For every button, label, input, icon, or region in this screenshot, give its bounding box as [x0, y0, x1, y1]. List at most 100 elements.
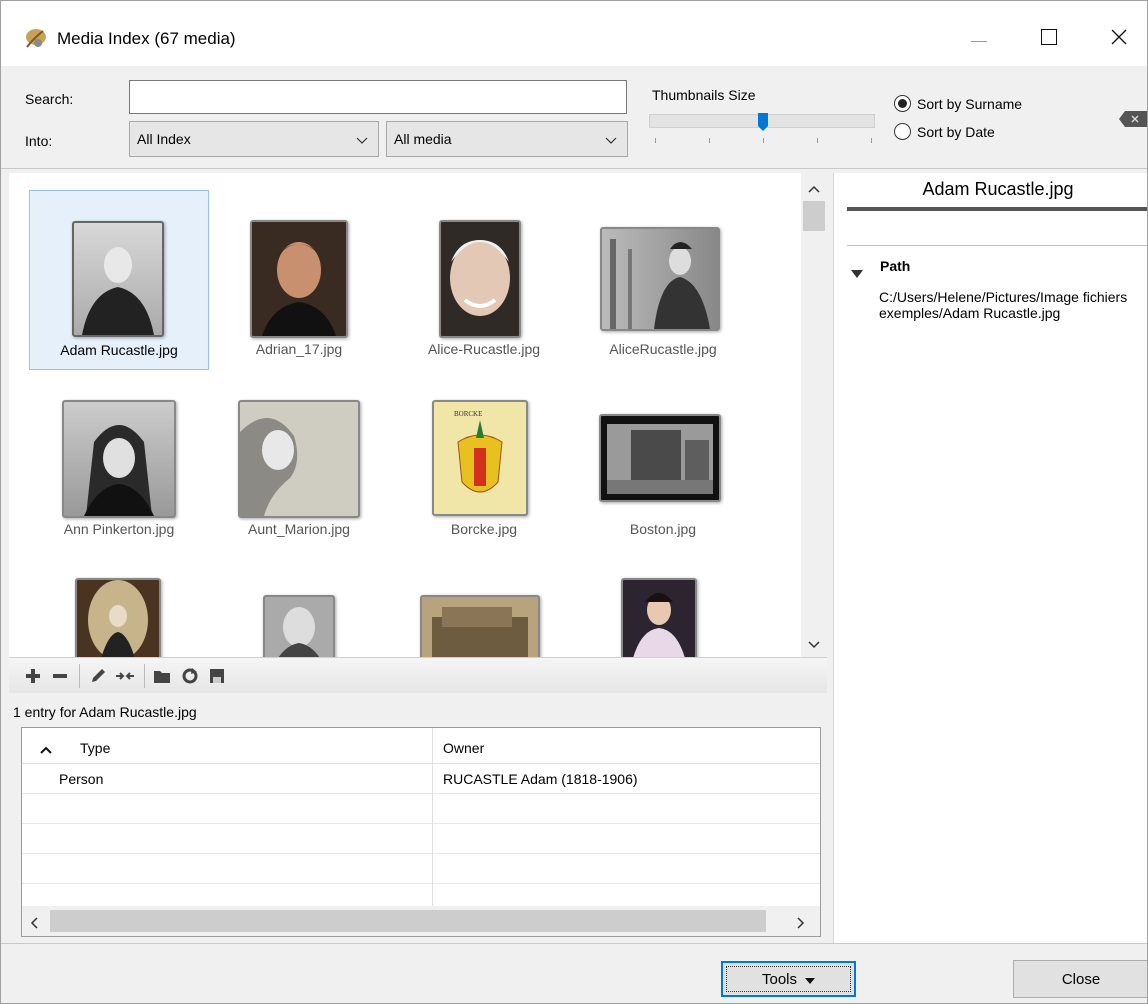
title-bar: Media Index (67 media) — [1, 1, 1147, 66]
slider-tick — [871, 138, 872, 143]
media-type-dropdown-value: All media — [394, 131, 452, 147]
slider-handle[interactable] — [758, 113, 768, 131]
path-heading[interactable]: Path — [880, 258, 910, 274]
into-label: Into: — [25, 133, 53, 149]
chevron-down-icon — [356, 133, 368, 149]
owners-table: Type Owner Person RUCASTLE Adam (1818-19… — [21, 727, 821, 937]
minimize-button[interactable] — [949, 11, 1009, 65]
close-icon — [1111, 29, 1127, 48]
add-icon[interactable] — [23, 666, 43, 686]
table-row[interactable]: Person RUCASTLE Adam (1818-1906) — [22, 764, 820, 794]
media-thumbnail-partial[interactable] — [263, 595, 335, 657]
table-row-empty — [22, 854, 820, 884]
media-index-window: Media Index (67 media) Search: Into: All… — [0, 0, 1148, 1004]
path-value: C:/Users/Helene/Pictures/Image fichiers … — [879, 289, 1128, 321]
expand-triangle-icon[interactable] — [851, 265, 863, 281]
media-thumbnail[interactable]: Alice-Rucastle.jpg — [394, 190, 574, 370]
sort-ascending-icon[interactable] — [40, 741, 52, 757]
media-thumbnail-partial[interactable] — [621, 578, 697, 657]
scope-dropdown-value: All Index — [137, 131, 191, 147]
scrollbar-thumb[interactable] — [50, 910, 766, 932]
media-thumbnail[interactable]: Aunt_Marion.jpg — [209, 370, 389, 550]
sort-by-date-radio[interactable]: Sort by Date — [894, 123, 995, 140]
minimize-icon — [971, 30, 987, 46]
window-title: Media Index (67 media) — [57, 29, 236, 48]
media-details-panel: Adam Rucastle.jpg Path C:/Users/Helene/P… — [833, 173, 1147, 943]
media-thumbnail[interactable]: AliceRucastle.jpg — [573, 190, 753, 370]
media-label: Aunt_Marion.jpg — [248, 521, 350, 537]
media-thumbnail[interactable]: Adrian_17.jpg — [209, 190, 389, 370]
slider-tick — [817, 138, 818, 143]
table-row-empty — [22, 824, 820, 854]
table-row-empty — [22, 794, 820, 824]
photo-image — [72, 221, 164, 337]
refresh-icon[interactable] — [180, 666, 200, 686]
scroll-right-icon[interactable] — [796, 916, 806, 932]
scope-dropdown[interactable]: All Index — [129, 121, 379, 157]
entries-summary: 1 entry for Adam Rucastle.jpg — [13, 704, 197, 720]
tools-button[interactable]: Tools — [721, 961, 856, 997]
photo-image — [600, 227, 720, 331]
search-input[interactable] — [129, 80, 627, 114]
sort-by-surname-radio[interactable]: Sort by Surname — [894, 95, 1022, 112]
chevron-down-icon — [605, 133, 617, 149]
slider-tick — [709, 138, 710, 143]
gallery-scrollbar[interactable] — [801, 173, 827, 657]
clear-search-button[interactable] — [1119, 111, 1147, 127]
scrollbar-thumb[interactable] — [803, 201, 825, 231]
photo-image — [439, 220, 521, 338]
table-header: Type Owner — [22, 728, 820, 764]
remove-icon[interactable] — [50, 666, 70, 686]
photo-image — [250, 220, 348, 338]
maximize-icon — [1041, 28, 1057, 48]
merge-icon[interactable] — [115, 666, 135, 686]
close-button[interactable]: Close — [1013, 960, 1147, 998]
search-panel: Search: Into: All Index All media Thumbn… — [1, 66, 1147, 169]
scroll-down-icon[interactable] — [808, 637, 820, 653]
media-toolbar — [9, 657, 827, 693]
table-horizontal-scrollbar[interactable] — [22, 906, 820, 936]
clear-icon — [1119, 111, 1147, 127]
slider-tick — [763, 138, 764, 143]
cell-owner: RUCASTLE Adam (1818-1906) — [443, 771, 638, 787]
search-label: Search: — [25, 91, 74, 107]
media-thumbnail-partial[interactable] — [420, 595, 540, 657]
media-label: Ann Pinkerton.jpg — [63, 521, 175, 537]
close-window-button[interactable] — [1089, 11, 1147, 65]
photo-image — [599, 414, 721, 502]
radio-indicator — [894, 123, 911, 140]
column-header-owner[interactable]: Owner — [443, 740, 484, 756]
maximize-button[interactable] — [1019, 11, 1079, 65]
media-thumbnail-partial[interactable] — [75, 578, 161, 657]
dialog-button-bar: Tools Close — [1, 943, 1147, 1003]
cell-type: Person — [59, 771, 104, 787]
edit-icon[interactable] — [88, 666, 108, 686]
media-label: AliceRucastle.jpg — [609, 341, 717, 357]
focus-ring — [726, 966, 851, 992]
sort-by-surname-label: Sort by Surname — [917, 95, 1023, 112]
open-folder-icon[interactable] — [153, 666, 173, 686]
svg-text:BORCKE: BORCKE — [454, 410, 482, 418]
sort-by-date-label: Sort by Date — [917, 123, 995, 140]
separator-line — [847, 245, 1147, 246]
thumbnail-size-label: Thumbnails Size — [652, 87, 756, 103]
media-label: Boston.jpg — [629, 521, 697, 537]
toolbar-separator — [79, 663, 80, 688]
scroll-up-icon[interactable] — [808, 181, 820, 197]
save-icon[interactable] — [207, 666, 227, 686]
media-gallery: Adam Rucastle.jpg Adrian_17.jpg Alice-Ru… — [9, 173, 827, 657]
media-thumbnail[interactable]: Adam Rucastle.jpg — [29, 190, 209, 370]
media-label: Adrian_17.jpg — [255, 341, 343, 357]
column-divider — [432, 728, 433, 906]
feather-app-icon — [23, 27, 47, 49]
media-thumbnail[interactable]: Boston.jpg — [573, 370, 753, 550]
media-label: Alice-Rucastle.jpg — [427, 341, 541, 357]
column-header-type[interactable]: Type — [80, 740, 110, 756]
media-type-dropdown[interactable]: All media — [386, 121, 628, 157]
media-thumbnail[interactable]: BORCKE Borcke.jpg — [394, 370, 574, 550]
photo-image — [238, 400, 360, 518]
media-thumbnail[interactable]: Ann Pinkerton.jpg — [29, 370, 209, 550]
photo-image: BORCKE — [432, 400, 528, 516]
photo-image — [62, 400, 176, 518]
scroll-left-icon[interactable] — [29, 916, 39, 932]
